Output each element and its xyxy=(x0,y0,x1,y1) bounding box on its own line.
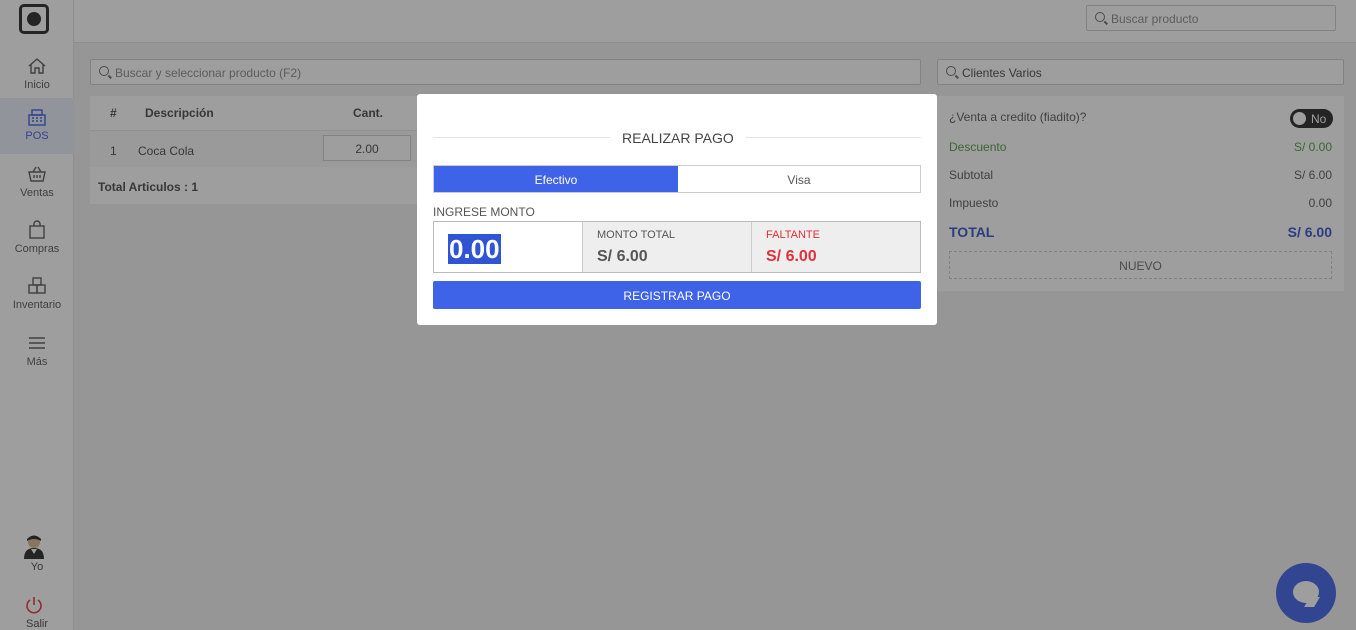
tab-visa[interactable]: Visa xyxy=(678,166,920,192)
total-amount-cell: MONTO TOTAL S/ 6.00 xyxy=(583,222,752,272)
register-payment-button[interactable]: REGISTRAR PAGO xyxy=(433,281,921,309)
amount-value: 0.00 xyxy=(448,234,501,264)
modal-title: REALIZAR PAGO xyxy=(610,130,746,146)
payment-method-tabs: Efectivo Visa xyxy=(433,165,921,193)
enter-amount-label: INGRESE MONTO xyxy=(433,205,535,219)
missing-amount-cell: FALTANTE S/ 6.00 xyxy=(752,222,920,272)
missing-amount-value: S/ 6.00 xyxy=(766,248,817,265)
tab-efectivo[interactable]: Efectivo xyxy=(434,166,678,192)
payment-modal: REALIZAR PAGO Efectivo Visa INGRESE MONT… xyxy=(417,94,937,325)
payment-box: 0.00 MONTO TOTAL S/ 6.00 FALTANTE S/ 6.0… xyxy=(433,221,921,273)
total-amount-label: MONTO TOTAL xyxy=(597,229,676,241)
amount-input[interactable]: 0.00 xyxy=(434,222,583,272)
missing-amount-label: FALTANTE xyxy=(766,229,820,241)
total-amount-value: S/ 6.00 xyxy=(597,248,648,265)
